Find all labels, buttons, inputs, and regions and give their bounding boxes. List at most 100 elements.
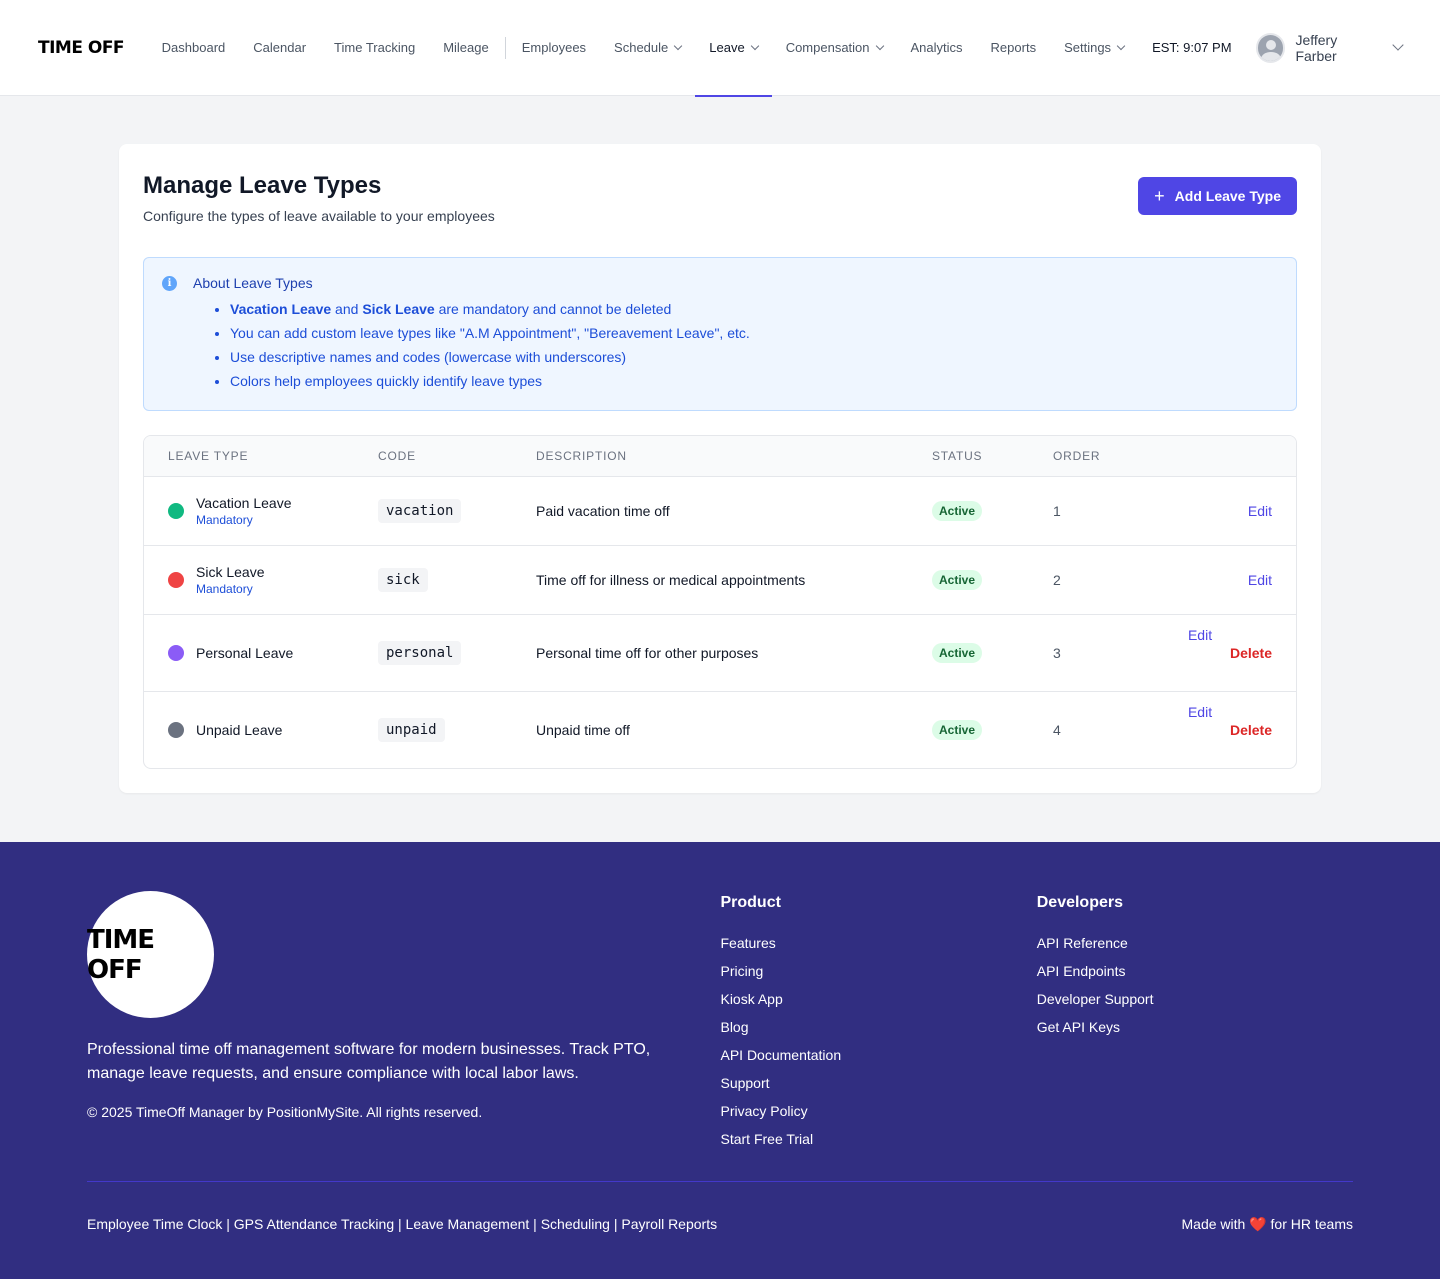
info-strong: Sick Leave — [362, 301, 435, 317]
leave-type-name: Unpaid Leave — [196, 721, 283, 738]
heart-icon: ❤️ — [1249, 1216, 1267, 1232]
nav-settings[interactable]: Settings — [1050, 0, 1138, 96]
info-panel: i About Leave Types Vacation Leave and S… — [143, 257, 1297, 411]
leave-type-name: Sick Leave — [196, 563, 265, 580]
user-menu[interactable]: Jeffery Farber — [1255, 31, 1404, 64]
footer-link-api-endpoints[interactable]: API Endpoints — [1037, 957, 1353, 985]
table-row: Unpaid Leave unpaid Unpaid time off Acti… — [144, 691, 1296, 768]
color-dot — [168, 721, 184, 738]
mandatory-tag: Mandatory — [196, 512, 253, 527]
chevron-down-icon — [674, 41, 683, 50]
edit-button[interactable]: Edit — [1188, 704, 1212, 720]
info-header: i About Leave Types — [162, 275, 1278, 291]
leave-description: Time off for illness or medical appointm… — [512, 545, 908, 615]
chevron-down-icon — [1116, 41, 1126, 50]
footer-link-privacy-policy[interactable]: Privacy Policy — [720, 1097, 1036, 1125]
nav-dashboard[interactable]: Dashboard — [148, 0, 240, 96]
site-footer: TIME OFF Professional time off managemen… — [0, 842, 1440, 1279]
leave-order: 1 — [1029, 476, 1129, 546]
info-title: About Leave Types — [193, 275, 313, 291]
footer-link-blog[interactable]: Blog — [720, 1013, 1036, 1041]
footer-link-api-reference[interactable]: API Reference — [1037, 929, 1353, 957]
footer-made-with: Made with ❤️ for HR teams — [1182, 1216, 1354, 1233]
leave-order: 2 — [1029, 545, 1129, 615]
add-leave-type-button[interactable]: + Add Leave Type — [1138, 177, 1297, 215]
leave-order: 3 — [1029, 614, 1129, 692]
mandatory-tag: Mandatory — [196, 581, 253, 596]
nav-schedule-label: Schedule — [614, 40, 669, 55]
footer-product-title: Product — [720, 894, 781, 911]
leave-code: personal — [378, 641, 462, 665]
edit-button[interactable]: Edit — [1248, 572, 1272, 588]
info-list: Vacation Leave and Sick Leave are mandat… — [230, 297, 1278, 393]
footer-developers-title: Developers — [1036, 894, 1123, 911]
leave-types-table: LEAVE TYPE CODE DESCRIPTION STATUS ORDER… — [143, 435, 1297, 769]
add-leave-type-label: Add Leave Type — [1174, 188, 1281, 204]
footer-link-developer-support[interactable]: Developer Support — [1037, 985, 1353, 1013]
info-item: You can add custom leave types like "A.M… — [230, 321, 1278, 345]
color-dot — [168, 502, 184, 519]
nav-settings-label: Settings — [1064, 40, 1112, 55]
footer-product-column: Product Features Pricing Kiosk App Blog … — [720, 891, 1036, 1153]
col-status: STATUS — [908, 436, 1029, 477]
nav-mileage-label: Mileage — [443, 40, 489, 55]
page-title: Manage Leave Types — [143, 172, 382, 199]
status-badge: Active — [932, 642, 983, 663]
nav-mileage[interactable]: Mileage — [429, 0, 503, 96]
edit-button[interactable]: Edit — [1188, 627, 1212, 643]
nav-analytics[interactable]: Analytics — [897, 0, 977, 96]
chevron-down-icon — [750, 41, 759, 50]
app-logo[interactable]: TIME OFF — [38, 38, 148, 58]
footer-bottom-bar: Employee Time Clock | GPS Attendance Tra… — [87, 1181, 1353, 1233]
nav-employees[interactable]: Employees — [508, 0, 600, 96]
footer-link-start-free-trial[interactable]: Start Free Trial — [720, 1125, 1036, 1153]
leave-description: Personal time off for other purposes — [512, 614, 908, 692]
delete-button[interactable]: Delete — [1230, 722, 1272, 738]
footer-developers-column: Developers API Reference API Endpoints D… — [1037, 891, 1353, 1153]
footer-link-features[interactable]: Features — [720, 929, 1036, 957]
nav-leave[interactable]: Leave — [695, 0, 773, 97]
nav-schedule[interactable]: Schedule — [600, 0, 695, 96]
footer-link-kiosk-app[interactable]: Kiosk App — [720, 985, 1036, 1013]
footer-link-support[interactable]: Support — [720, 1069, 1036, 1097]
nav-reports[interactable]: Reports — [977, 0, 1051, 96]
footer-link-pricing[interactable]: Pricing — [720, 957, 1036, 985]
user-name: Jeffery Farber — [1295, 31, 1338, 64]
table-header-row: LEAVE TYPE CODE DESCRIPTION STATUS ORDER — [144, 436, 1296, 477]
nav-time-tracking[interactable]: Time Tracking — [320, 0, 429, 96]
nav-calendar[interactable]: Calendar — [239, 0, 320, 96]
chevron-down-icon — [875, 41, 884, 50]
info-strong: Vacation Leave — [230, 301, 332, 317]
col-code: CODE — [354, 436, 512, 477]
main-content: Manage Leave Types Configure the types o… — [0, 96, 1440, 842]
footer-link-api-documentation[interactable]: API Documentation — [720, 1041, 1036, 1069]
footer-keywords: Employee Time Clock | GPS Attendance Tra… — [87, 1216, 718, 1232]
nav-compensation[interactable]: Compensation — [772, 0, 897, 96]
nav-dashboard-label: Dashboard — [161, 40, 226, 55]
nav-reports-label: Reports — [990, 40, 1037, 55]
leave-code: sick — [378, 568, 428, 592]
col-description: DESCRIPTION — [512, 436, 908, 477]
chevron-down-icon — [1392, 39, 1404, 51]
page-subtitle: Configure the types of leave available t… — [143, 208, 495, 224]
card-header: Manage Leave Types Configure the types o… — [143, 172, 1297, 224]
footer-copyright: © 2025 TimeOff Manager by PositionMySite… — [87, 1104, 483, 1120]
edit-button[interactable]: Edit — [1248, 503, 1272, 519]
footer-link-get-api-keys[interactable]: Get API Keys — [1037, 1013, 1353, 1041]
info-text: and — [331, 301, 363, 317]
top-navigation: TIME OFF Dashboard Calendar Time Trackin… — [0, 0, 1440, 97]
delete-button[interactable]: Delete — [1230, 645, 1272, 661]
col-leave-type: LEAVE TYPE — [144, 436, 354, 477]
status-badge: Active — [932, 569, 983, 590]
table-row: Personal Leave personal Personal time of… — [144, 614, 1296, 692]
info-item: Vacation Leave and Sick Leave are mandat… — [230, 297, 1278, 321]
avatar — [1255, 32, 1286, 63]
leave-code: vacation — [378, 499, 462, 523]
col-actions — [1129, 436, 1296, 477]
color-dot — [168, 644, 184, 661]
nav-time-tracking-label: Time Tracking — [334, 40, 416, 55]
info-item: Use descriptive names and codes (lowerca… — [230, 345, 1278, 369]
nav-calendar-label: Calendar — [253, 40, 307, 55]
nav-leave-label: Leave — [709, 40, 745, 55]
color-dot — [168, 571, 184, 588]
